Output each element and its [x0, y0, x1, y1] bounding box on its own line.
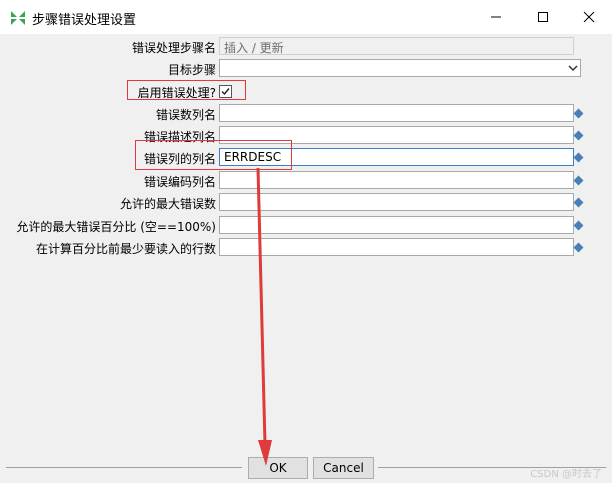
- variable-diamond-icon[interactable]: [573, 108, 584, 119]
- watermark: CSDN @时去了: [530, 469, 602, 480]
- error-field-row: 错误列的列名 ERRDESC: [0, 148, 612, 168]
- error-field-label: 错误列的列名: [143, 152, 216, 166]
- error-count-label: 错误数列名: [155, 108, 216, 122]
- minimize-icon: [491, 16, 501, 18]
- target-step-dropdown[interactable]: [219, 59, 581, 77]
- enable-error-label: 启用错误处理?: [137, 86, 216, 100]
- error-desc-label: 错误描述列名: [143, 130, 216, 144]
- max-errors-label: 允许的最大错误数: [119, 197, 216, 211]
- max-error-percent-row: 允许的最大错误百分比 (空==100%): [0, 216, 612, 236]
- min-rows-row: 在计算百分比前最少要读入的行数: [0, 238, 612, 258]
- error-code-label: 错误编码列名: [143, 175, 216, 189]
- source-step-label: 错误处理步骤名: [131, 41, 216, 55]
- ok-button[interactable]: OK: [248, 457, 308, 479]
- enable-error-row: 启用错误处理?: [0, 82, 612, 102]
- window-title: 步骤错误处理设置: [32, 13, 137, 28]
- source-step-row: 错误处理步骤名 插入 / 更新: [0, 37, 612, 57]
- max-errors-row: 允许的最大错误数: [0, 193, 612, 213]
- cancel-button[interactable]: Cancel: [313, 457, 374, 479]
- variable-diamond-icon[interactable]: [573, 175, 584, 186]
- min-rows-input[interactable]: [219, 238, 574, 256]
- error-count-input[interactable]: [219, 104, 574, 122]
- max-error-percent-input[interactable]: [219, 216, 574, 234]
- minimize-button[interactable]: [473, 0, 519, 34]
- error-field-input[interactable]: ERRDESC: [219, 148, 574, 166]
- maximize-icon: [538, 12, 548, 22]
- enable-error-checkbox[interactable]: [219, 85, 232, 98]
- error-code-input[interactable]: [219, 171, 574, 189]
- dialog-body: 错误处理步骤名 插入 / 更新 目标步骤 启用错误处理? 错误数列名 错误描述列…: [0, 34, 612, 483]
- source-step-field: 插入 / 更新: [219, 37, 574, 55]
- button-separator-left: [6, 467, 242, 468]
- checkmark-icon: [221, 88, 230, 96]
- variable-diamond-icon[interactable]: [573, 220, 584, 231]
- variable-diamond-icon[interactable]: [573, 197, 584, 208]
- error-field-value: ERRDESC: [224, 150, 282, 164]
- target-step-row: 目标步骤: [0, 59, 612, 79]
- title-bar: 步骤错误处理设置: [0, 0, 612, 34]
- variable-diamond-icon[interactable]: [573, 242, 584, 253]
- target-step-label: 目标步骤: [167, 63, 216, 77]
- maximize-button[interactable]: [520, 0, 566, 34]
- max-error-percent-label: 允许的最大错误百分比 (空==100%): [16, 220, 216, 234]
- error-desc-input[interactable]: [219, 126, 574, 144]
- error-code-row: 错误编码列名: [0, 171, 612, 191]
- variable-diamond-icon[interactable]: [573, 130, 584, 141]
- variable-diamond-icon[interactable]: [573, 152, 584, 163]
- max-errors-input[interactable]: [219, 193, 574, 211]
- min-rows-label: 在计算百分比前最少要读入的行数: [35, 242, 216, 256]
- error-desc-row: 错误描述列名: [0, 126, 612, 146]
- kettle-spoon-icon: [11, 11, 25, 25]
- error-count-row: 错误数列名: [0, 104, 612, 124]
- close-button[interactable]: [566, 0, 612, 34]
- source-step-value: 插入 / 更新: [224, 41, 284, 55]
- chevron-down-icon: [568, 65, 578, 72]
- close-icon: [583, 11, 595, 23]
